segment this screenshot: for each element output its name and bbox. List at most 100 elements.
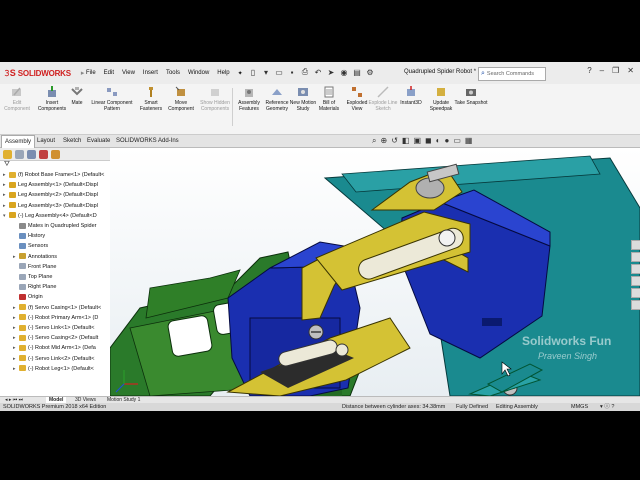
show-hidden-components-button[interactable]: Show Hidden Components <box>198 86 232 112</box>
minimize-icon[interactable]: – <box>600 66 604 75</box>
tree-item[interactable]: ▸ (-) Robot Mid Arm<1> (Defa <box>13 343 96 353</box>
appearance-icon[interactable]: ● <box>445 136 450 146</box>
tree-item[interactable]: Front Plane <box>13 262 56 272</box>
bill-of-materials-button[interactable]: Bill of Materials <box>314 86 344 112</box>
tree-item[interactable]: Right Plane <box>13 282 56 292</box>
tab-addins[interactable]: SOLIDWORKS Add-Ins <box>113 135 182 147</box>
tree-item[interactable]: ▸ (-) Robot Leg<1> (Default< <box>13 364 94 374</box>
menu-view[interactable]: View <box>122 70 135 76</box>
search-commands[interactable]: ⌕ Search Commands <box>478 67 546 81</box>
rebuild-icon[interactable]: ◉ <box>339 66 349 78</box>
save-icon[interactable]: ▪ <box>287 66 297 78</box>
view-orientation-icon[interactable]: ▣ <box>413 136 421 146</box>
file-properties-icon[interactable]: ▤ <box>352 66 362 78</box>
tree-item[interactable]: Origin <box>13 292 43 302</box>
tree-item[interactable]: Sensors <box>13 241 48 251</box>
explode-line-sketch-button[interactable]: Explode Line Sketch <box>368 86 398 112</box>
tab-evaluate[interactable]: Evaluate <box>84 135 113 147</box>
restore-icon[interactable]: ❐ <box>612 66 619 75</box>
tab-layout[interactable]: Layout <box>34 135 58 147</box>
appearances-tab-icon[interactable] <box>631 288 640 298</box>
scene-icon[interactable]: ▭ <box>453 136 461 146</box>
tree-item[interactable]: ▸ (-) Servo Link<2> (Default< <box>13 354 95 364</box>
zoom-to-fit-icon[interactable]: ⌕ <box>372 136 376 146</box>
hide-show-icon[interactable]: ◐ <box>436 136 441 146</box>
tree-item[interactable]: ▸ Leg Assembly<3> (Default<Displ <box>3 201 98 211</box>
smart-fasteners-button[interactable]: Smart Fasteners <box>134 86 168 112</box>
menu-window[interactable]: Window <box>188 70 209 76</box>
property-manager-icon[interactable] <box>15 149 24 159</box>
tree-part-icon <box>19 253 26 260</box>
graphics-area[interactable]: Solidworks Fun Praveen Singh <box>110 148 640 396</box>
pin-icon[interactable]: ✦ <box>238 70 243 77</box>
tree-item-label: Leg Assembly<3> (Default<Displ <box>18 202 98 209</box>
section-view-icon[interactable]: ◧ <box>402 136 410 146</box>
select-icon[interactable]: ➤ <box>326 66 336 78</box>
menu-file[interactable]: File <box>86 70 96 76</box>
tree-item[interactable]: Top Plane <box>13 272 52 282</box>
expand-arrow-icon[interactable]: ▸ <box>81 69 85 77</box>
file-explorer-tab-icon[interactable] <box>631 264 640 274</box>
tree-item[interactable]: History <box>13 231 45 241</box>
cmd-label: Reference Geometry <box>265 100 289 112</box>
cmd-label: Mate <box>71 100 83 106</box>
tree-item[interactable]: ▸ Annotations <box>13 252 57 262</box>
custom-properties-tab-icon[interactable] <box>631 300 640 310</box>
undo-icon[interactable]: ↶ <box>313 66 323 78</box>
cmd-label: Assembly Features <box>238 100 260 112</box>
tree-item-label: Leg Assembly<1> (Default<Displ <box>18 182 98 189</box>
tree-item[interactable]: ▸ (f) Servo Casing<1> (Default< <box>13 303 101 313</box>
new-document-icon[interactable]: ▯ <box>248 66 258 78</box>
dropdown-icon[interactable]: ▾ <box>261 66 271 78</box>
display-manager-icon[interactable] <box>51 149 60 159</box>
letterbox-bottom <box>0 411 640 480</box>
tree-item[interactable]: ▾ (-) Leg Assembly<4> (Default<D <box>3 211 97 221</box>
tree-item[interactable]: Mates in Quadrupled Spider <box>13 221 96 231</box>
tree-item[interactable]: ▸ (-) Servo Link<1> (Default< <box>13 323 95 333</box>
edit-component-button[interactable]: Edit Component <box>0 86 34 112</box>
display-style-icon[interactable]: ◼ <box>425 136 432 146</box>
take-snapshot-button[interactable]: Take Snapshot <box>454 86 488 106</box>
configuration-manager-icon[interactable] <box>27 149 36 159</box>
cmd-label: Update Speedpak <box>429 100 453 112</box>
print-icon[interactable]: ⎙ <box>300 66 310 78</box>
view-settings-icon[interactable]: ▦ <box>465 136 473 146</box>
instant3d-button[interactable]: Instant3D <box>396 86 426 106</box>
tab-assembly[interactable]: Assembly <box>1 135 36 148</box>
status-icons[interactable]: ▾ ⓘ ? <box>600 403 614 411</box>
tab-sketch[interactable]: Sketch <box>60 135 84 147</box>
view-palette-tab-icon[interactable] <box>631 276 640 286</box>
design-library-tab-icon[interactable] <box>631 252 640 262</box>
cmd-label: Exploded View <box>346 100 368 112</box>
tree-item-label: Right Plane <box>28 284 57 291</box>
tree-part-icon <box>19 365 26 372</box>
menu-tools[interactable]: Tools <box>166 70 180 76</box>
exploded-view-icon <box>352 87 362 97</box>
menu-edit[interactable]: Edit <box>104 70 114 76</box>
update-speedpak-button[interactable]: Update Speedpak <box>424 86 458 112</box>
options-icon[interactable]: ⚙ <box>365 66 375 78</box>
status-units[interactable]: MMGS <box>571 403 588 411</box>
tree-item[interactable]: ▸ (f) Robot Base Frame<1> (Default< <box>3 170 104 180</box>
zoom-area-icon[interactable]: ⊕ <box>380 136 387 146</box>
close-icon[interactable]: ✕ <box>627 66 634 75</box>
linear-pattern-button[interactable]: Linear Component Pattern <box>90 86 134 112</box>
bill-of-materials-icon <box>324 86 334 98</box>
tree-item[interactable]: ▸ (-) Robot Primary Arm<1> (D <box>13 313 98 323</box>
menu-help[interactable]: Help <box>217 70 229 76</box>
previous-view-icon[interactable]: ↺ <box>391 136 398 146</box>
open-icon[interactable]: ▭ <box>274 66 284 78</box>
tree-part-icon <box>9 191 16 198</box>
dimxpert-icon[interactable] <box>39 149 48 159</box>
tree-item[interactable]: ▸ Leg Assembly<2> (Default<Displ <box>3 190 98 200</box>
help-icon[interactable]: ? <box>587 66 591 75</box>
move-component-button[interactable]: Move Component <box>164 86 198 112</box>
status-edition: SOLIDWORKS Premium 2018 x64 Edition <box>3 404 107 410</box>
mate-button[interactable]: Mate <box>62 86 92 106</box>
menu-insert[interactable]: Insert <box>143 70 158 76</box>
feature-manager-icon[interactable] <box>3 149 12 159</box>
tree-item[interactable]: ▸ (-) Servo Casing<2> (Default <box>13 333 98 343</box>
tree-item-label: (-) Servo Casing<2> (Default <box>28 335 99 342</box>
tree-item[interactable]: ▸ Leg Assembly<1> (Default<Displ <box>3 180 98 190</box>
resources-tab-icon[interactable] <box>631 240 640 250</box>
